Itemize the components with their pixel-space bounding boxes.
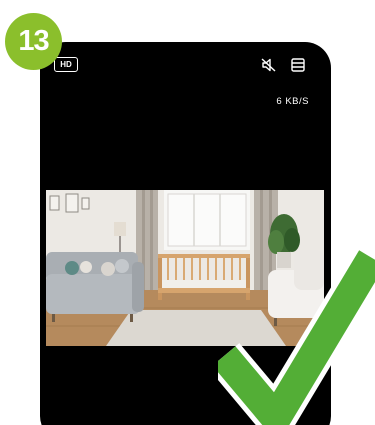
step-number-badge: 13 xyxy=(5,13,62,70)
instruction-step: 13 HD 6 KB/S xyxy=(0,0,375,425)
layout-icon[interactable] xyxy=(291,58,305,72)
data-speed-label: 6 KB/S xyxy=(276,96,309,107)
checkmark-icon xyxy=(218,248,375,425)
hd-quality-button[interactable]: HD xyxy=(54,57,78,72)
speaker-muted-icon[interactable] xyxy=(261,58,277,72)
